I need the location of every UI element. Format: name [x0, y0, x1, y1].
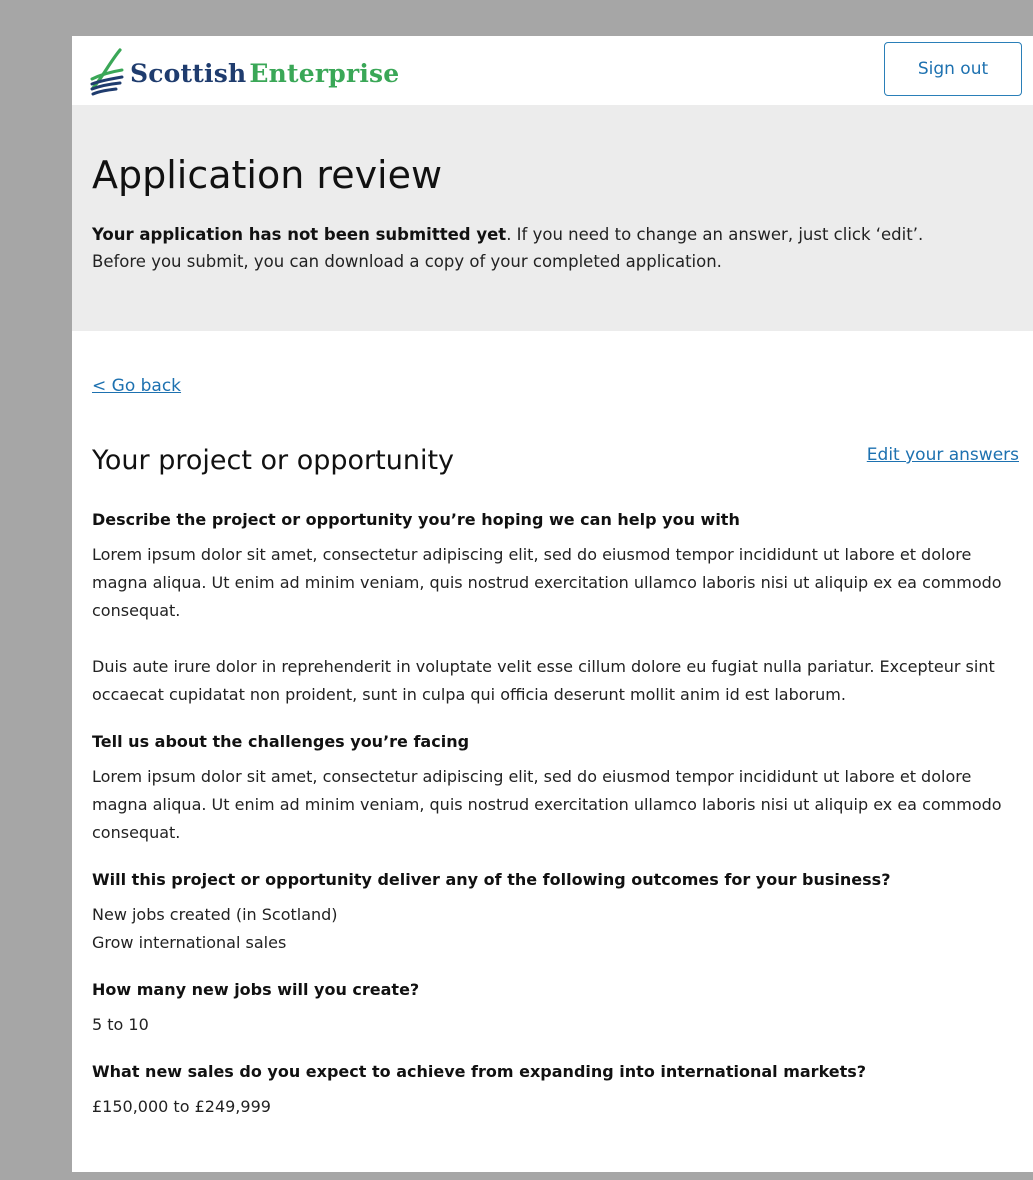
submission-notice: Your application has not been submitted … [92, 221, 1013, 275]
question-label: Tell us about the challenges you’re faci… [92, 732, 470, 751]
scottish-enterprise-logo[interactable]: Scottish Enterprise [90, 44, 399, 96]
question-label: How many new jobs will you create? [92, 980, 420, 999]
go-back-link[interactable]: < Go back [92, 376, 181, 396]
answer-text: New jobs created (in Scotland) [92, 905, 338, 924]
section-header: Your project or opportunity Edit your an… [92, 441, 1019, 481]
logo-swoosh-icon [90, 48, 124, 96]
logo-word-scottish: Scottish [130, 58, 247, 88]
question-label: Describe the project or opportunity you’… [92, 510, 740, 529]
logo-word-enterprise: Enterprise [249, 58, 400, 88]
notice-rest: . If you need to change an answer, just … [506, 225, 924, 244]
answer-text: Grow international sales [92, 933, 287, 952]
site-header: Scottish Enterprise Sign out [72, 36, 1033, 105]
page-title: Application review [92, 153, 443, 197]
answer-text: Lorem ipsum dolor sit amet, consectetur … [92, 767, 1002, 842]
answer-text: Duis aute irure dolor in reprehenderit i… [92, 657, 995, 704]
answer-text: Lorem ipsum dolor sit amet, consectetur … [92, 545, 1002, 620]
edit-answers-link[interactable]: Edit your answers [867, 445, 1019, 465]
question-label: Will this project or opportunity deliver… [92, 870, 891, 889]
answer-text: 5 to 10 [92, 1015, 149, 1034]
logo-wordmark: Scottish Enterprise [130, 59, 399, 88]
answer-text: £150,000 to £249,999 [92, 1097, 271, 1116]
review-banner: Application review Your application has … [72, 105, 1033, 331]
question-label: What new sales do you expect to achieve … [92, 1062, 867, 1081]
sign-out-button[interactable]: Sign out [884, 42, 1022, 96]
notice-bold: Your application has not been submitted … [92, 225, 507, 244]
answers-list: Describe the project or opportunity you’… [92, 507, 1023, 1121]
notice-line2: Before you submit, you can download a co… [92, 252, 722, 271]
page-frame: Scottish Enterprise Sign out Application … [72, 36, 1033, 1172]
